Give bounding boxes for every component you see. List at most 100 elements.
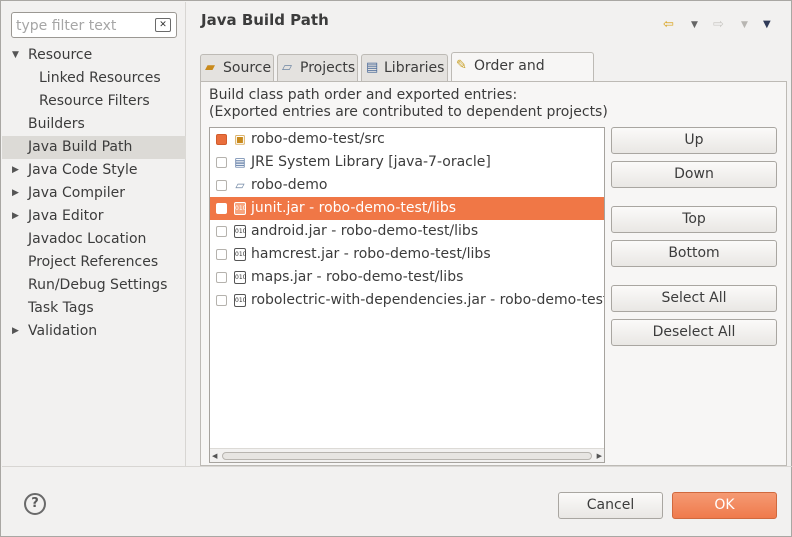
entry-label: robo-demo — [251, 177, 328, 193]
expanded-arrow-icon[interactable]: ▼ — [12, 44, 22, 67]
sidebar-item-run-debug-settings[interactable]: Run/Debug Settings — [2, 274, 186, 297]
panel-description: Build class path order and exported entr… — [209, 87, 608, 121]
export-checkbox[interactable] — [216, 249, 227, 260]
export-checkbox[interactable] — [216, 272, 227, 283]
filter-field[interactable]: ✕ — [11, 12, 177, 38]
filter-input[interactable] — [16, 16, 152, 35]
sidebar-item-label: Java Code Style — [28, 162, 138, 178]
cancel-button[interactable]: Cancel — [558, 492, 663, 519]
collapsed-arrow-icon[interactable]: ▶ — [12, 205, 22, 228]
list-item[interactable]: 010 android.jar - robo-demo-test/libs — [210, 220, 604, 243]
export-checkbox[interactable] — [216, 157, 227, 168]
export-checkbox[interactable] — [216, 295, 227, 306]
export-checkbox[interactable] — [216, 203, 227, 214]
list-item[interactable]: 010 junit.jar - robo-demo-test/libs — [210, 197, 604, 220]
scrollbar-thumb[interactable] — [222, 452, 592, 460]
sidebar-item-label: Project References — [28, 254, 159, 270]
collapsed-arrow-icon[interactable]: ▶ — [12, 320, 22, 343]
sidebar-item-label: Java Compiler — [28, 185, 126, 201]
collapsed-arrow-icon[interactable]: ▶ — [12, 159, 22, 182]
entry-label: junit.jar - robo-demo-test/libs — [251, 200, 456, 216]
view-menu-icon[interactable]: ▼ — [763, 15, 771, 35]
sidebar-item-builders[interactable]: Builders — [2, 113, 186, 136]
sidebar-item-java-compiler[interactable]: ▶ Java Compiler — [2, 182, 186, 205]
order-export-panel: Build class path order and exported entr… — [200, 81, 787, 466]
down-button[interactable]: Down — [611, 161, 777, 188]
sidebar-item-javadoc-location[interactable]: Javadoc Location — [2, 228, 186, 251]
list-item[interactable]: ▣ robo-demo-test/src — [210, 128, 604, 151]
export-checkbox[interactable] — [216, 180, 227, 191]
sidebar-item-linked-resources[interactable]: Linked Resources — [2, 67, 186, 90]
tab-order-and-export[interactable]: ✎ Order and Export — [451, 52, 594, 100]
sidebar-item-label: Builders — [28, 116, 85, 132]
jar-icon: 010 — [234, 271, 246, 284]
entry-label: hamcrest.jar - robo-demo-test/libs — [251, 246, 491, 262]
list-item[interactable]: 010 maps.jar - robo-demo-test/libs — [210, 266, 604, 289]
list-item[interactable]: 010 hamcrest.jar - robo-demo-test/libs — [210, 243, 604, 266]
preferences-sidebar: ✕ ▼ Resource Linked Resources Resource F… — [2, 2, 186, 466]
list-item[interactable]: ▤ JRE System Library [java-7-oracle] — [210, 151, 604, 174]
collapsed-arrow-icon[interactable]: ▶ — [12, 182, 22, 205]
sidebar-item-label: Javadoc Location — [28, 231, 147, 247]
sidebar-item-validation[interactable]: ▶ Validation — [2, 320, 186, 343]
tab-projects[interactable]: ▱ Projects — [277, 54, 358, 82]
tab-label: Source — [223, 60, 272, 76]
bottom-button[interactable]: Bottom — [611, 240, 777, 267]
sidebar-item-resource-filters[interactable]: Resource Filters — [2, 90, 186, 113]
list-item[interactable]: 010 robolectric-with-dependencies.jar - … — [210, 289, 604, 312]
entry-label: robo-demo-test/src — [251, 131, 385, 147]
entry-label: robolectric-with-dependencies.jar - robo… — [251, 292, 605, 308]
dialog-button-bar: ? Cancel OK — [2, 466, 792, 537]
project-folder-icon: ▱ — [235, 178, 245, 192]
forward-arrow-icon[interactable]: ⇨ — [713, 15, 724, 35]
entry-label: maps.jar - robo-demo-test/libs — [251, 269, 464, 285]
ok-button[interactable]: OK — [672, 492, 777, 519]
jar-icon: 010 — [234, 225, 246, 238]
tab-libraries[interactable]: ▤ Libraries — [361, 54, 448, 82]
forward-dropdown-icon[interactable]: ▼ — [741, 15, 748, 35]
classpath-entry-list[interactable]: ▣ robo-demo-test/src ▤ JRE System Librar… — [209, 127, 605, 463]
horizontal-scrollbar[interactable]: ◀ ▶ — [210, 448, 604, 462]
up-button[interactable]: Up — [611, 127, 777, 154]
sidebar-item-label: Validation — [28, 323, 98, 339]
jar-icon: 010 — [234, 248, 246, 261]
sidebar-item-label: Task Tags — [28, 300, 94, 316]
tab-label: Libraries — [384, 60, 445, 76]
export-checkbox[interactable] — [216, 226, 227, 237]
help-icon[interactable]: ? — [24, 493, 46, 515]
projects-icon: ▱ — [282, 60, 292, 75]
deselect-all-button[interactable]: Deselect All — [611, 319, 777, 346]
select-all-button[interactable]: Select All — [611, 285, 777, 312]
entry-label: android.jar - robo-demo-test/libs — [251, 223, 479, 239]
scroll-left-icon[interactable]: ◀ — [212, 449, 217, 462]
sidebar-item-java-editor[interactable]: ▶ Java Editor — [2, 205, 186, 228]
jar-icon: 010 — [234, 202, 246, 215]
sidebar-item-task-tags[interactable]: Task Tags — [2, 297, 186, 320]
description-line: Build class path order and exported entr… — [209, 87, 518, 103]
preferences-dialog: ✕ ▼ Resource Linked Resources Resource F… — [0, 0, 792, 537]
preference-tree: ▼ Resource Linked Resources Resource Fil… — [2, 44, 186, 343]
order-export-icon: ✎ — [456, 58, 467, 73]
tab-source[interactable]: ▰ Source — [200, 54, 274, 82]
sidebar-item-java-build-path[interactable]: Java Build Path — [2, 136, 186, 159]
export-checkbox[interactable] — [216, 134, 227, 145]
sidebar-item-resource[interactable]: ▼ Resource — [2, 44, 186, 67]
sidebar-item-project-references[interactable]: Project References — [2, 251, 186, 274]
clear-filter-icon[interactable]: ✕ — [155, 18, 171, 32]
top-button[interactable]: Top — [611, 206, 777, 233]
sidebar-item-label: Java Editor — [28, 208, 104, 224]
back-arrow-icon[interactable]: ⇦ — [663, 15, 674, 35]
sidebar-item-java-code-style[interactable]: ▶ Java Code Style — [2, 159, 186, 182]
scroll-right-icon[interactable]: ▶ — [597, 449, 602, 462]
sidebar-item-label: Java Build Path — [28, 139, 133, 155]
back-dropdown-icon[interactable]: ▼ — [691, 15, 698, 35]
sidebar-item-label: Linked Resources — [39, 70, 161, 86]
list-item[interactable]: ▱ robo-demo — [210, 174, 604, 197]
sidebar-item-label: Resource — [28, 47, 93, 63]
jar-icon: 010 — [234, 294, 246, 307]
tab-label: Projects — [300, 60, 356, 76]
package-folder-icon: ▣ — [234, 132, 246, 146]
source-folder-icon: ▰ — [205, 60, 215, 75]
description-line: (Exported entries are contributed to dep… — [209, 104, 608, 120]
entry-label: JRE System Library [java-7-oracle] — [251, 154, 491, 170]
